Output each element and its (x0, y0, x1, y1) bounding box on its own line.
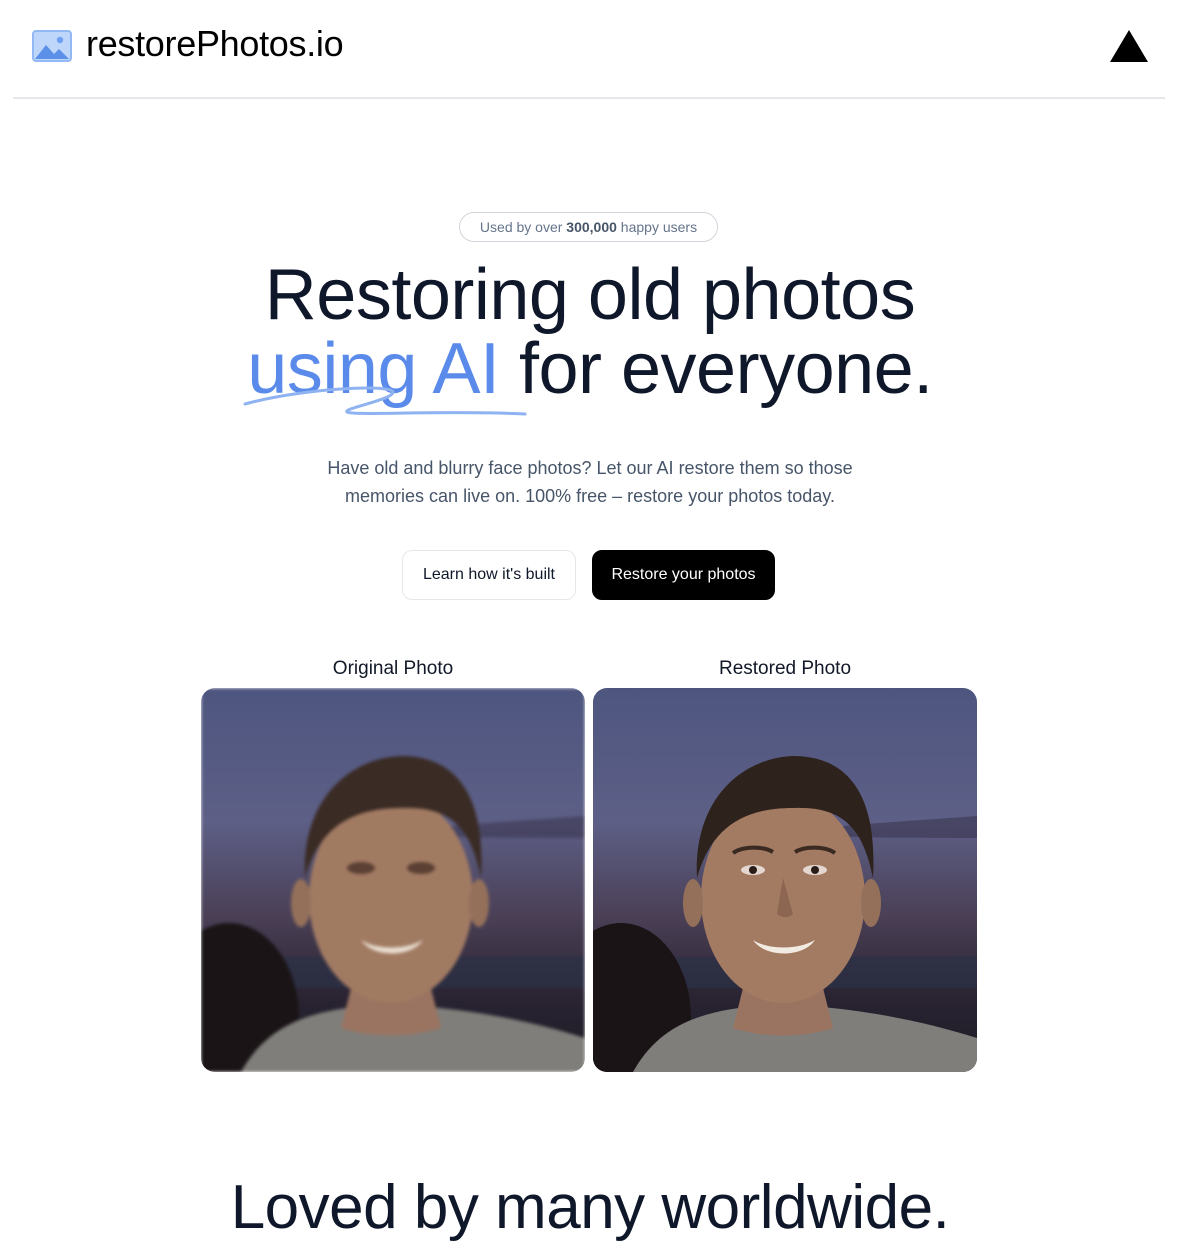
headline-rest: for everyone. (499, 329, 933, 409)
badge-count: 300,000 (566, 219, 617, 235)
underline-swoosh (243, 386, 527, 416)
restored-photo-label: Restored Photo (718, 658, 852, 679)
hero-headline: Restoring old photos using AI for everyo… (0, 255, 1180, 416)
site-header: restorePhotos.io (13, 0, 1165, 99)
brand-name: restorePhotos.io (86, 23, 344, 64)
brand-link[interactable]: restorePhotos.io (32, 23, 344, 64)
badge-prefix: Used by over (479, 219, 567, 235)
hero-subtext: Have old and blurry face photos? Let our… (327, 458, 853, 506)
badge-suffix: happy users (616, 219, 698, 235)
headline-accent: using AI (243, 332, 527, 416)
image-icon (32, 30, 72, 62)
users-badge: Used by over 300,000 happy users (459, 212, 718, 242)
original-photo (201, 688, 585, 1072)
restore-photos-button[interactable]: Restore your photos (592, 550, 775, 600)
learn-how-built-button[interactable]: Learn how it's built (402, 550, 576, 600)
vercel-logo-icon[interactable] (1109, 29, 1149, 63)
testimonials-title: Loved by many worldwide. (230, 1173, 950, 1242)
restored-photo (593, 688, 977, 1072)
headline-line1: Restoring old photos (264, 255, 916, 335)
original-photo-label: Original Photo (332, 658, 454, 679)
